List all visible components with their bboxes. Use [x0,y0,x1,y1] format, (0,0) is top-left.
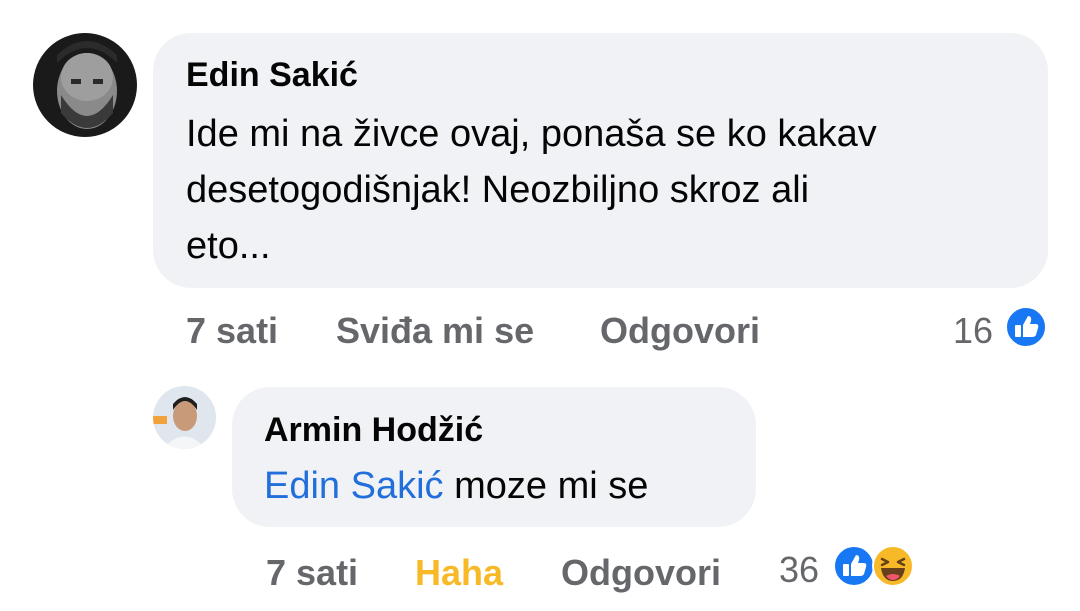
like-icon [1005,306,1047,348]
reply-button[interactable]: Odgovori [600,310,760,352]
comment-text-line: desetogodišnjak! Neozbiljno skroz ali [186,169,810,211]
like-icon [833,545,875,587]
comment-text-body: moze mi se [443,465,649,507]
comment-timestamp[interactable]: 7 sati [186,310,278,352]
haha-icon [872,545,914,587]
comment-author[interactable]: Edin Sakić [186,55,358,95]
comment-author[interactable]: Armin Hodžić [264,410,483,450]
comment-text-line: eto... [186,225,271,267]
avatar[interactable] [153,386,216,449]
comment-text: Edin Sakić moze mi se [264,458,648,514]
user-mention-link[interactable]: Edin Sakić [264,465,444,507]
reaction-count[interactable]: 36 [779,549,819,591]
comment-text-line: Ide mi na živce ovaj, ponaša se ko kakav [186,113,877,155]
reaction-count[interactable]: 16 [953,310,993,352]
haha-reaction-button[interactable]: Haha [415,552,503,594]
avatar[interactable] [33,33,137,137]
reply-button[interactable]: Odgovori [561,552,721,594]
like-button[interactable]: Sviđa mi se [336,310,534,352]
comment-timestamp[interactable]: 7 sati [266,552,358,594]
